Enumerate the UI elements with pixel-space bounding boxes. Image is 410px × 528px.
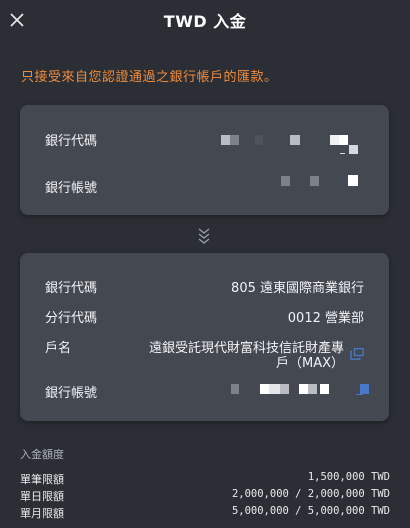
dest-branch-code-label: 分行代碼: [45, 311, 98, 326]
double-chevron-down-icon: [196, 226, 212, 244]
limit-label: 單日限額: [20, 490, 64, 503]
dest-account-name-line2: 戶（MAX）: [275, 356, 344, 371]
source-bank-code-label: 銀行代碼: [45, 134, 98, 149]
dest-account-number-label: 銀行帳號: [45, 386, 98, 401]
copy-icon[interactable]: [350, 345, 364, 360]
header: TWD 入金: [0, 0, 410, 40]
dest-bank-code-label: 銀行代碼: [45, 281, 98, 296]
page-title: TWD 入金: [163, 12, 247, 31]
limit-label: 單筆限額: [20, 473, 64, 486]
notice-text: 只接受來自您認證通過之銀行帳戶的匯款。: [21, 70, 278, 85]
dest-branch-code-value: 0012 營業部: [287, 311, 364, 326]
dest-account-name-label: 戶名: [45, 341, 72, 356]
limit-value: 1,500,000 TWD: [307, 471, 390, 483]
limit-value: 5,000,000 / 5,000,000 TWD: [231, 505, 390, 517]
limit-value: 2,000,000 / 2,000,000 TWD: [231, 488, 390, 500]
source-account-number-label: 銀行帳號: [45, 181, 98, 196]
limits-title: 入金額度: [20, 448, 64, 461]
source-account-card: 銀行代碼 銀行帳號: [20, 105, 389, 215]
dest-bank-code-value: 805 遠東國際商業銀行: [231, 281, 364, 296]
destination-account-card: 銀行代碼 805 遠東國際商業銀行 分行代碼 0012 營業部 戶名 遠銀受託現…: [20, 253, 389, 421]
limit-label: 單月限額: [20, 507, 64, 520]
